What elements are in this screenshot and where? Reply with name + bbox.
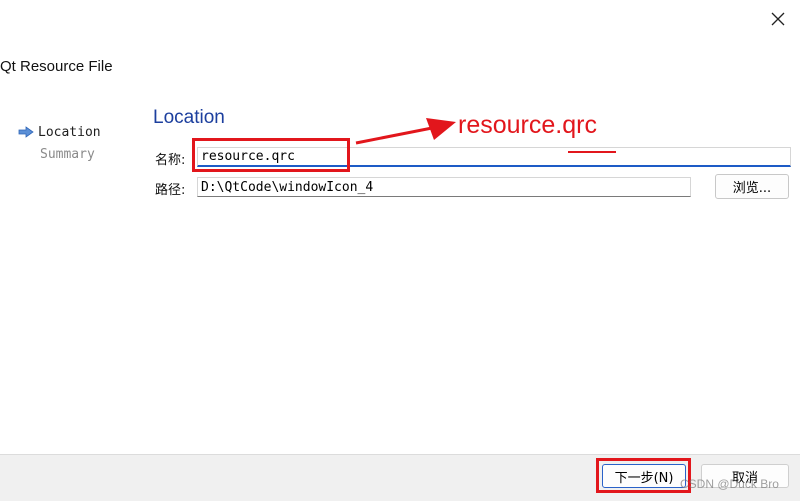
- step-summary: Summary: [18, 143, 101, 165]
- browse-button[interactable]: 浏览...: [715, 174, 789, 199]
- name-highlight-box: [192, 138, 350, 172]
- name-label: 名称:: [155, 153, 186, 168]
- next-highlight-box: [596, 458, 691, 493]
- annotation-underline: [568, 151, 616, 153]
- watermark: CSDN @Duck Bro: [680, 477, 779, 491]
- step-label: Location: [38, 124, 101, 140]
- wizard-steps: Location Summary: [18, 121, 101, 165]
- close-icon: [771, 12, 785, 26]
- path-input-value: D:\QtCode\windowIcon_4: [201, 179, 374, 195]
- current-step-arrow-icon: [18, 126, 38, 138]
- step-label: Summary: [40, 146, 95, 162]
- close-button[interactable]: [762, 6, 794, 32]
- annotation-arrow-icon: [355, 118, 456, 145]
- annotation-text: resource.qrc: [458, 111, 597, 139]
- page-heading: Location: [153, 107, 225, 128]
- new-file-wizard-dialog: Qt Resource File Location Summary Locati…: [0, 0, 800, 501]
- path-input[interactable]: D:\QtCode\windowIcon_4: [197, 177, 691, 197]
- wizard-title: Qt Resource File: [0, 58, 113, 75]
- path-label: 路径:: [155, 183, 186, 198]
- step-location: Location: [18, 121, 101, 143]
